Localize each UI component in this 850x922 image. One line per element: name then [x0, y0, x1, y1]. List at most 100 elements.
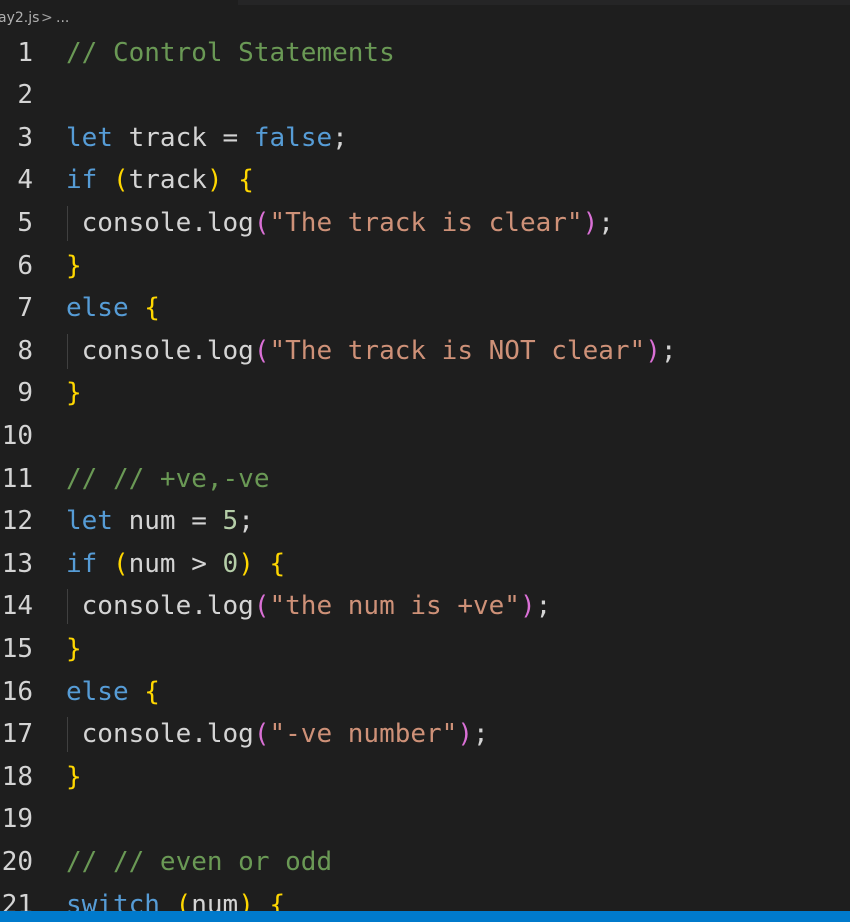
- line-number: 10: [1, 420, 33, 451]
- line-number: 20: [1, 846, 33, 877]
- code-token-bracket2: (: [253, 335, 270, 366]
- line-code: console.log("the num is +ve");: [66, 585, 552, 628]
- code-line[interactable]: 21 switch (num) {: [0, 884, 850, 912]
- breadcrumb-file[interactable]: ay2.js: [0, 5, 39, 31]
- code-line[interactable]: 19: [0, 798, 850, 841]
- code-token-default: [129, 677, 145, 707]
- code-token-keyword: switch: [66, 889, 160, 912]
- line-number: 4: [17, 165, 33, 196]
- line-number: 19: [1, 804, 33, 835]
- code-token-bracket1: {: [144, 676, 160, 707]
- code-line[interactable]: 17 console.log("-ve number");: [0, 713, 850, 756]
- line-code: console.log("The track is NOT clear");: [66, 330, 677, 373]
- code-token-keyword: false: [253, 122, 333, 153]
- line-number: 18: [1, 761, 33, 792]
- chevron-right-icon: >: [41, 10, 53, 26]
- code-token-default: [254, 549, 270, 579]
- code-token-default: ;: [473, 719, 489, 750]
- line-number: 11: [1, 463, 33, 494]
- code-token-number: 0: [222, 548, 239, 579]
- code-token-bracket2: ): [645, 335, 661, 366]
- breadcrumb: ay2.js > ...: [0, 5, 850, 31]
- code-line[interactable]: 8 console.log("The track is NOT clear");: [0, 330, 850, 373]
- code-token-bracket1: }: [66, 633, 82, 664]
- line-number: 12: [1, 506, 33, 537]
- code-line[interactable]: 12 let num = 5;: [0, 500, 850, 543]
- indent-guide: [67, 205, 68, 241]
- code-token-keyword: if: [66, 165, 98, 196]
- code-line[interactable]: 5 console.log("The track is clear");: [0, 202, 850, 245]
- code-token-bracket1: {: [269, 548, 286, 579]
- line-code: }: [66, 372, 82, 415]
- line-number: 17: [1, 719, 33, 750]
- editor-window: ay2.js > ... 1 // Control Statements 2 3 let…: [0, 0, 850, 922]
- code-token-default: ;: [535, 591, 552, 622]
- code-token-bracket1: ): [238, 889, 254, 912]
- line-number: 6: [17, 250, 33, 281]
- code-token-default: track =: [112, 122, 254, 153]
- code-line[interactable]: 1 // Control Statements: [0, 32, 850, 75]
- line-code: let num = 5;: [66, 500, 254, 543]
- code-token-bracket2: (: [253, 207, 270, 238]
- code-token-default: [160, 890, 176, 912]
- code-token-default: console.log: [66, 207, 254, 238]
- code-token-bracket1: (: [175, 889, 192, 912]
- breadcrumb-more[interactable]: ...: [56, 5, 69, 31]
- code-line[interactable]: 3 let track = false;: [0, 117, 850, 160]
- line-number: 15: [1, 633, 33, 664]
- code-token-bracket1: {: [269, 889, 286, 912]
- code-token-default: [254, 890, 270, 912]
- code-token-string: "-ve number": [269, 719, 458, 750]
- code-token-default: [97, 165, 113, 195]
- code-token-keyword: else: [66, 676, 129, 707]
- code-token-string: "The track is NOT clear": [269, 335, 646, 366]
- code-token-bracket1: (: [112, 548, 129, 579]
- line-code: console.log("The track is clear");: [66, 202, 614, 245]
- code-line[interactable]: 4 if (track) {: [0, 159, 850, 202]
- code-token-bracket1: {: [144, 293, 160, 324]
- line-number: 13: [1, 548, 33, 579]
- code-token-default: ;: [660, 335, 677, 366]
- code-line[interactable]: 20 // // even or odd: [0, 841, 850, 884]
- code-line[interactable]: 10: [0, 415, 850, 458]
- code-line[interactable]: 6}: [0, 245, 850, 288]
- code-token-default: [129, 293, 145, 323]
- line-code: if (num > 0) {: [66, 543, 285, 586]
- line-code: }: [66, 628, 82, 671]
- code-token-default: num =: [112, 506, 223, 537]
- code-line[interactable]: 9}: [0, 372, 850, 415]
- code-line[interactable]: 14 console.log("the num is +ve");: [0, 585, 850, 628]
- code-token-default: console.log: [66, 591, 254, 622]
- code-line[interactable]: 11 // // +ve,-ve: [0, 458, 850, 501]
- code-line[interactable]: 18}: [0, 756, 850, 799]
- code-token-bracket2: (: [253, 719, 270, 750]
- code-line[interactable]: 2: [0, 74, 850, 117]
- code-editor[interactable]: 1 // Control Statements 2 3 let track = fals…: [0, 31, 850, 912]
- code-token-default: [97, 549, 113, 579]
- indent-guide: [67, 333, 68, 369]
- code-token-default: ;: [238, 506, 254, 537]
- code-token-default: num >: [128, 548, 223, 579]
- code-token-bracket2: ): [519, 591, 536, 622]
- code-line[interactable]: 7 else {: [0, 287, 850, 330]
- line-number: 16: [1, 676, 33, 707]
- code-token-bracket2: (: [253, 591, 270, 622]
- code-token-number: 5: [222, 506, 239, 537]
- code-token-default: [223, 165, 239, 195]
- code-token-string: "the num is +ve": [269, 591, 520, 622]
- code-line[interactable]: 13 if (num > 0) {: [0, 543, 850, 586]
- code-token-comment: // // +ve,-ve: [66, 463, 270, 494]
- code-token-default: ;: [598, 207, 614, 238]
- code-token-default: console.log: [66, 335, 254, 366]
- line-code: console.log("-ve number");: [66, 713, 489, 756]
- line-code: else {: [66, 287, 160, 330]
- code-token-bracket2: ): [457, 719, 473, 750]
- code-token-comment: // // even or odd: [66, 846, 333, 877]
- code-token-bracket1: ): [238, 548, 254, 579]
- code-line[interactable]: 16 else {: [0, 671, 850, 714]
- line-code: // // even or odd: [66, 841, 332, 884]
- code-token-bracket1: }: [66, 250, 82, 281]
- status-bar: [0, 911, 850, 922]
- code-token-bracket1: }: [66, 761, 82, 792]
- code-line[interactable]: 15}: [0, 628, 850, 671]
